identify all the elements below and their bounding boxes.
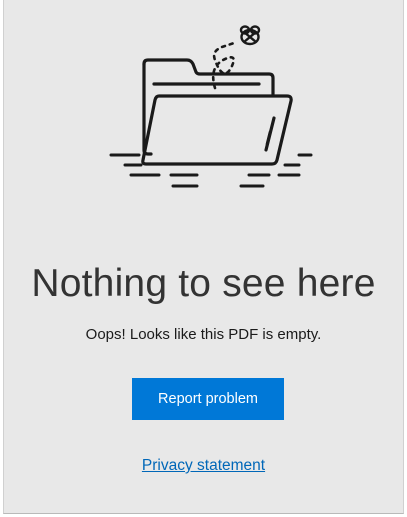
empty-folder-icon — [109, 25, 313, 188]
report-problem-button[interactable]: Report problem — [132, 378, 284, 420]
privacy-statement-link[interactable]: Privacy statement — [4, 457, 403, 475]
empty-state-panel: Nothing to see here Oops! Looks like thi… — [3, 0, 404, 514]
empty-state-message: Oops! Looks like this PDF is empty. — [85, 326, 322, 343]
empty-state-title: Nothing to see here — [31, 262, 376, 305]
